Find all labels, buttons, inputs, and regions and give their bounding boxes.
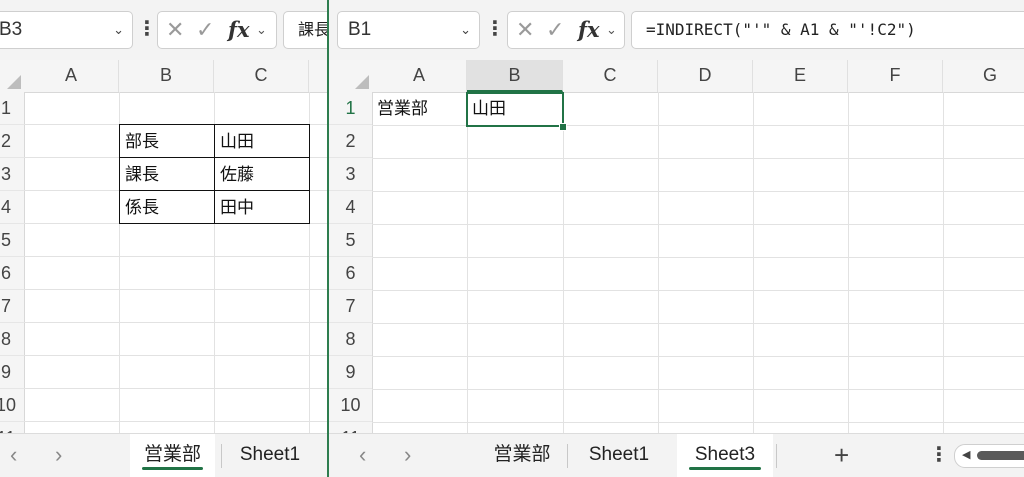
column-header-c[interactable]: C xyxy=(214,60,309,92)
row-header[interactable]: 6 xyxy=(329,257,372,290)
chevron-down-icon[interactable]: ⌄ xyxy=(256,12,267,48)
cell-b4[interactable]: 係長 xyxy=(119,190,215,224)
row-header[interactable]: 7 xyxy=(329,290,372,323)
row-header[interactable]: 5 xyxy=(0,224,24,257)
tab-sheet1[interactable]: Sheet1 xyxy=(571,434,667,477)
x-icon[interactable]: ✕ xyxy=(166,12,184,48)
row-header[interactable]: 9 xyxy=(329,356,372,389)
row-header-column: 1 2 3 4 5 6 7 8 9 10 11 xyxy=(329,92,373,477)
row-header[interactable]: 2 xyxy=(0,125,24,158)
check-icon[interactable]: ✓ xyxy=(196,12,214,48)
name-box-value: B1 xyxy=(348,19,372,40)
row-header[interactable]: 5 xyxy=(329,224,372,257)
column-header-b[interactable]: B xyxy=(119,60,214,92)
cell-c3[interactable]: 佐藤 xyxy=(214,157,310,191)
column-header-a[interactable]: A xyxy=(372,60,467,92)
chevron-down-icon[interactable]: ⌄ xyxy=(113,12,124,48)
tab-label: 営業部 xyxy=(143,444,201,465)
row-header[interactable]: 2 xyxy=(329,125,372,158)
column-header-f[interactable]: F xyxy=(848,60,943,92)
cell-a1[interactable]: 営業部 xyxy=(372,92,467,125)
scroll-tabs-left-icon[interactable]: ‹ xyxy=(359,434,366,476)
add-sheet-button[interactable]: + xyxy=(834,434,849,476)
sheet-tab-bar: ‹ › 営業部 Sheet1 Sheet3 + ⋮ ◀ xyxy=(329,433,1024,477)
row-header[interactable]: 8 xyxy=(0,323,24,356)
tab-sales-dept[interactable]: 営業部 xyxy=(130,434,215,477)
more-options-icon[interactable]: ⋮ xyxy=(929,434,949,476)
tab-sales-dept[interactable]: 営業部 xyxy=(479,434,565,477)
column-header-b[interactable]: B xyxy=(467,60,563,92)
formula-input[interactable]: 課長 xyxy=(283,11,327,49)
more-options-icon[interactable]: ⋮ xyxy=(485,11,505,49)
scroll-tabs-right-icon[interactable]: › xyxy=(404,434,411,476)
fx-icon[interactable]: fx xyxy=(578,12,600,48)
formula-controls: ✕ ✓ fx ⌄ xyxy=(507,11,625,49)
column-header-d[interactable]: D xyxy=(658,60,753,92)
right-excel-window: B1 ⌄ ⋮ ✕ ✓ fx ⌄ =INDIRECT("'" & A1 & "'!… xyxy=(329,0,1024,477)
sheet-tab-bar: ‹ › 営業部 Sheet1 xyxy=(0,433,327,477)
active-cell-outline xyxy=(466,92,564,127)
formula-bar: B1 ⌄ ⋮ ✕ ✓ fx ⌄ =INDIRECT("'" & A1 & "'!… xyxy=(329,0,1024,60)
row-header[interactable]: 10 xyxy=(0,389,24,422)
select-all-corner[interactable] xyxy=(0,60,24,92)
horizontal-scrollbar[interactable]: ◀ xyxy=(954,444,1024,468)
formula-input[interactable]: =INDIRECT("'" & A1 & "'!C2") xyxy=(631,11,1024,49)
formula-bar: B3 ⌄ ⋮ ✕ ✓ fx ⌄ 課長 xyxy=(0,0,327,60)
left-excel-window: B3 ⌄ ⋮ ✕ ✓ fx ⌄ 課長 A B C 1 2 3 4 5 6 7 8… xyxy=(0,0,327,477)
scroll-tabs-left-icon[interactable]: ‹ xyxy=(10,434,17,476)
row-header[interactable]: 4 xyxy=(0,191,24,224)
cell-c2[interactable]: 山田 xyxy=(214,124,310,158)
cell-b3[interactable]: 課長 xyxy=(119,157,215,191)
scrollbar-thumb[interactable] xyxy=(977,451,1024,460)
x-icon[interactable]: ✕ xyxy=(516,12,534,48)
check-icon[interactable]: ✓ xyxy=(546,12,564,48)
row-header[interactable]: 1 xyxy=(0,92,24,125)
column-header-e[interactable]: E xyxy=(753,60,848,92)
row-header-column: 1 2 3 4 5 6 7 8 9 10 11 xyxy=(0,92,25,477)
tab-sheet1[interactable]: Sheet1 xyxy=(226,434,314,477)
chevron-down-icon[interactable]: ⌄ xyxy=(460,12,471,48)
chevron-down-icon[interactable]: ⌄ xyxy=(606,12,617,48)
more-options-icon[interactable]: ⋮ xyxy=(137,11,157,49)
row-header[interactable]: 3 xyxy=(0,158,24,191)
row-header[interactable]: 6 xyxy=(0,257,24,290)
column-header-row: A B C xyxy=(0,60,327,93)
column-header-row: A B C D E F G xyxy=(329,60,1024,93)
scroll-left-icon[interactable]: ◀ xyxy=(962,445,970,465)
name-box[interactable]: B3 ⌄ xyxy=(0,11,133,49)
row-header[interactable]: 1 xyxy=(329,92,372,125)
cell-b2[interactable]: 部長 xyxy=(119,124,215,158)
name-box[interactable]: B1 ⌄ xyxy=(337,11,480,49)
column-header-g[interactable]: G xyxy=(943,60,1024,92)
fx-icon[interactable]: fx xyxy=(228,12,250,48)
name-box-value: B3 xyxy=(0,19,23,40)
select-all-corner[interactable] xyxy=(329,60,372,92)
row-header[interactable]: 7 xyxy=(0,290,24,323)
row-header[interactable]: 4 xyxy=(329,191,372,224)
formula-controls: ✕ ✓ fx ⌄ xyxy=(157,11,277,49)
fill-handle[interactable] xyxy=(559,123,567,131)
row-header[interactable]: 10 xyxy=(329,389,372,422)
scroll-tabs-right-icon[interactable]: › xyxy=(55,434,62,476)
tab-sheet3[interactable]: Sheet3 xyxy=(677,434,773,477)
row-header[interactable]: 3 xyxy=(329,158,372,191)
row-header[interactable]: 9 xyxy=(0,356,24,389)
cell-c4[interactable]: 田中 xyxy=(214,190,310,224)
column-header-c[interactable]: C xyxy=(563,60,658,92)
tab-label: Sheet3 xyxy=(694,444,756,465)
column-header-a[interactable]: A xyxy=(24,60,119,92)
row-header[interactable]: 8 xyxy=(329,323,372,356)
